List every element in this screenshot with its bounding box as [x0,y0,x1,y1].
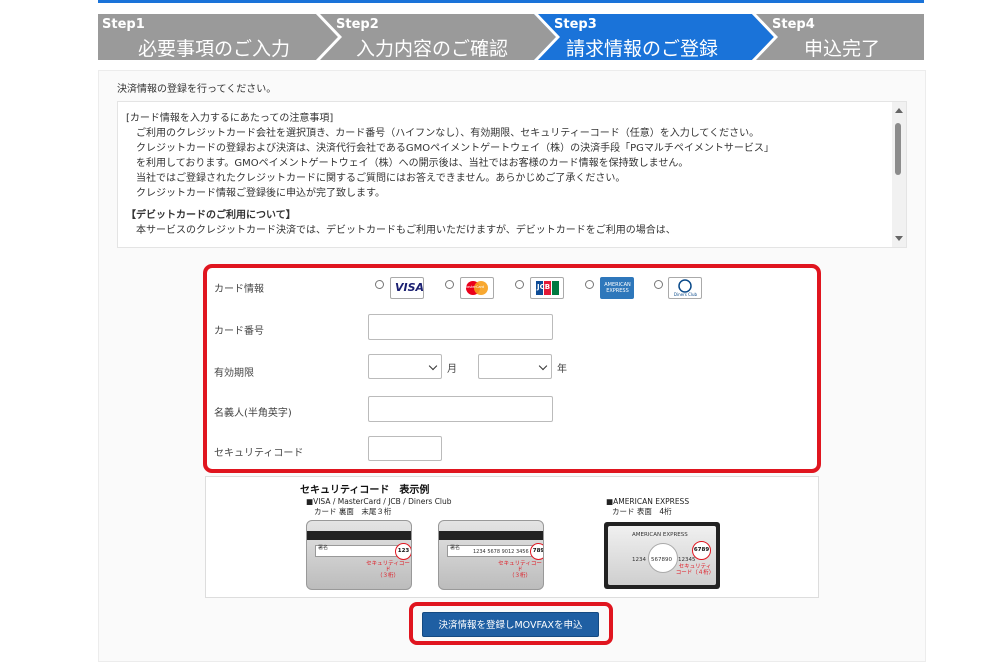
intro-text: 決済情報の登録を行ってください。 [117,84,277,95]
card-back-example-2: 署名 1234 5678 9012 3456 789 セキュリティコード （３桁… [438,520,544,590]
holder-name-label: 名義人(半角英字) [214,408,292,419]
diners-logo: Diners Club [668,277,702,299]
radio-jcb[interactable] [515,280,524,289]
caption-line: （３桁） [376,573,399,579]
step-2-number: Step2 [336,17,379,32]
notice-line: を利用しております。GMOペイメントゲートウェイ（株）への開示後は、当社ではお客… [136,158,689,169]
year-unit: 年 [557,364,567,375]
magnetic-strip [439,531,543,540]
amex-number-left: 1234 [632,557,646,563]
caption-line: （３桁） [508,573,531,579]
caption-line: セキュリティコード [498,561,542,573]
expiry-label: 有効期限 [214,368,254,379]
amex-logo: AMERICAN EXPRESS [600,277,634,299]
jcb-logo: JCB [530,277,564,299]
submit-payment-button[interactable]: 決済情報を登録しMOVFAXを申込 [422,612,599,637]
expiry-month-select[interactable] [368,354,442,379]
jcb-logo-art [552,281,559,295]
visa-logo-text: VISA [395,281,425,294]
security-note-visa: ■VISA / MasterCard / JCB / Diners Club カ… [306,497,452,517]
mastercard-logo: MasterCard [460,277,494,299]
holder-name-input[interactable] [368,396,553,422]
amex-front-example: AMERICAN EXPRESS 6789 1234 567890 12345 … [604,522,720,589]
expiry-year-select[interactable] [478,354,552,379]
step-1-number: Step1 [102,17,145,32]
security-example-title: セキュリティコード 表示例 [300,485,430,496]
card-back-example-1: 署名 123 セキュリティコード （３桁） [306,520,412,590]
caption-line: コード（４桁） [675,570,715,576]
debit-line: 本サービスのクレジットカード決済では、デビットカードもご利用いただけますが、デビ… [136,225,676,236]
notice-content: [カード情報を入力するにあたっての注意事項] ご利用のクレジットカード会社を選択… [126,111,886,238]
step-3: Step3 請求情報のご登録 [534,14,774,60]
radio-mastercard[interactable] [445,280,454,289]
security-note-amex: ■AMERICAN EXPRESS カード 表面 4桁 [606,497,689,517]
radio-visa[interactable] [375,280,384,289]
jcb-logo-text: JCB [537,283,551,291]
card-number-input[interactable] [368,314,553,340]
month-unit: 月 [447,364,457,375]
signature-label: 署名 [450,545,461,551]
security-code-circle: 789 [530,543,543,560]
security-note-line: ■AMERICAN EXPRESS [606,497,690,506]
amex-brand-text: AMERICAN EXPRESS [632,532,688,538]
notice-line: クレジットカードの登録および決済は、決済代行会社であるGMOペイメントゲートウェ… [136,143,774,154]
notice-line: 当社ではご登録されたクレジットカードに関するご質問にはお答えできません。あらかじ… [136,173,626,184]
step-progress: Step1 必要事項のご入力 Step2 入力内容のご確認 Step3 請求情報… [98,14,924,60]
card-info-label: カード情報 [214,284,264,295]
step-3-number: Step3 [554,17,597,32]
step-1: Step1 必要事項のご入力 [98,14,338,60]
security-note-line: ■VISA / MasterCard / JCB / Diners Club [306,497,452,506]
card-number-label: カード番号 [214,326,264,337]
amex-code-caption: セキュリティ コード（４桁） [674,564,716,576]
amex-logo-text: AMERICAN EXPRESS [604,282,631,294]
step-1-label: 必要事項のご入力 [138,38,291,60]
notice-heading: [カード情報を入力するにあたっての注意事項] [126,113,334,124]
chevron-down-icon [538,361,548,371]
security-code-label: セキュリティコード [214,448,304,459]
step-4-number: Step4 [772,17,815,32]
step-4: Step4 申込完了 [752,14,924,60]
security-code-caption: セキュリティコード （３桁） [497,561,543,579]
amex-number-right: 12345 [678,557,696,563]
security-code-circle: 123 [395,543,411,560]
notice-line: クレジットカード情報ご登録後に申込が完了致します。 [136,188,385,199]
security-note-line: カード 裏面 末尾３桁 [314,507,392,516]
step-2-label: 入力内容のご確認 [356,38,509,60]
diners-logo-text: Diners Club [673,292,698,297]
notice-scrollbar[interactable] [892,102,906,247]
step-4-label: 申込完了 [804,38,881,60]
notice-line: ご利用のクレジットカード会社を選択頂き、カード番号（ハイフンなし）、有効期限、セ… [136,128,760,139]
notice-box[interactable]: [カード情報を入力するにあたっての注意事項] ご利用のクレジットカード会社を選択… [117,101,907,248]
radio-amex[interactable] [585,280,594,289]
chevron-down-icon [428,361,438,371]
scroll-up-icon[interactable] [895,108,903,113]
visa-logo: VISA [390,277,424,299]
mastercard-logo-text: MasterCard [464,285,485,289]
security-code-caption: セキュリティコード （３桁） [365,561,411,579]
signature-panel [315,545,405,557]
debit-heading: 【デビットカードのご利用について】 [126,210,296,221]
scroll-thumb[interactable] [895,123,901,175]
security-note-line: カード 表面 4桁 [612,507,672,516]
card-number-sample: 1234 5678 9012 3456 [473,549,529,555]
top-accent-line [98,0,924,3]
security-code-input[interactable] [368,436,442,461]
signature-label: 署名 [318,545,329,551]
scroll-down-icon[interactable] [895,236,903,241]
caption-line: セキュリティコード [366,561,410,573]
amex-card-face: AMERICAN EXPRESS 6789 1234 567890 12345 … [608,526,716,585]
step-2: Step2 入力内容のご確認 [316,14,556,60]
radio-diners[interactable] [654,280,663,289]
amex-number-mid: 567890 [651,557,672,563]
step-3-label: 請求情報のご登録 [566,38,719,60]
magnetic-strip [307,531,411,540]
